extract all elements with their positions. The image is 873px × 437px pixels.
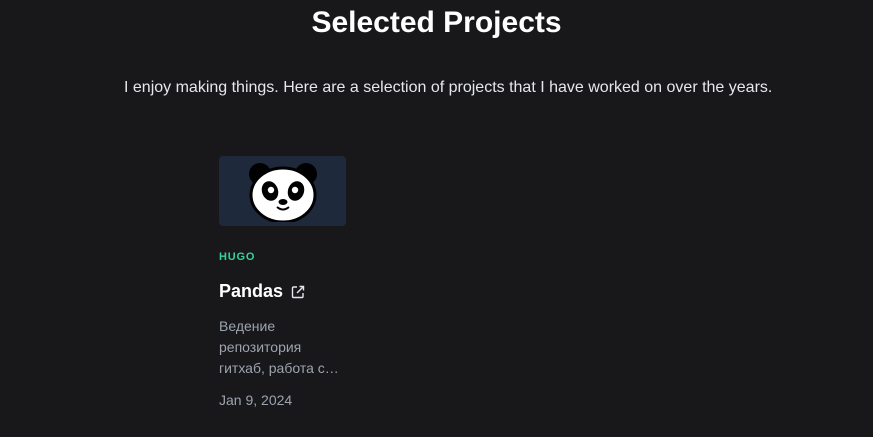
project-link[interactable]: Pandas xyxy=(219,280,347,302)
project-thumbnail[interactable] xyxy=(219,156,346,226)
page-title: Selected Projects xyxy=(311,6,562,39)
panda-icon xyxy=(248,163,317,222)
project-description: Ведение репозитория гитхаб, работа с док… xyxy=(219,318,325,376)
external-link-icon[interactable] xyxy=(291,285,305,299)
projects-page: Selected Projects I enjoy making things.… xyxy=(0,0,873,437)
project-card: HUGO Pandas Ведение репозитория гитхаб, … xyxy=(219,156,347,409)
project-tag[interactable]: HUGO xyxy=(219,250,347,264)
project-date: Jan 9, 2024 xyxy=(219,392,293,408)
project-name[interactable]: Pandas xyxy=(219,280,283,302)
intro-text: I enjoy making things. Here are a select… xyxy=(124,79,773,96)
